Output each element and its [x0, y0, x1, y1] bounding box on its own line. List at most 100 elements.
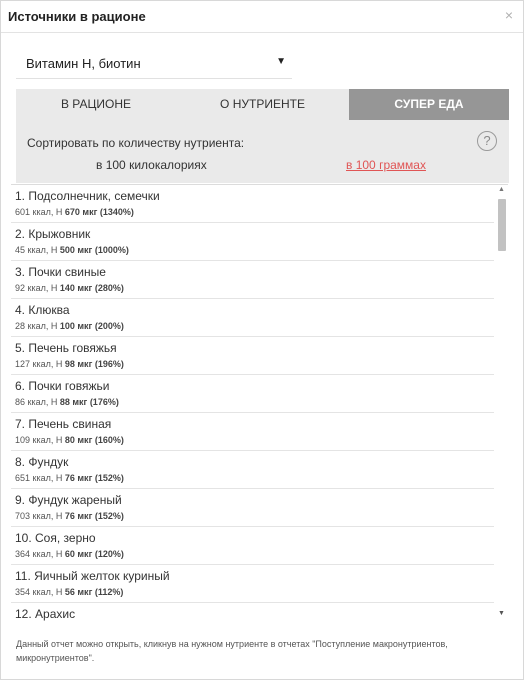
- food-info: 364 ккал, H 60 мкг (120%): [15, 549, 124, 559]
- sort-label: Сортировать по количеству нутриента:: [27, 136, 245, 150]
- food-amount: 670 мкг: [64, 207, 98, 217]
- food-amount: 56 мкг: [64, 587, 93, 597]
- food-percent: (1340%): [99, 207, 134, 217]
- dialog-header: Источники в рационе ×: [1, 1, 523, 33]
- scrollbar[interactable]: ▲ ▼: [496, 185, 508, 622]
- food-info: 601 ккал, H 670 мкг (1340%): [15, 207, 134, 217]
- food-info: 127 ккал, H 98 мкг (196%): [15, 359, 124, 369]
- food-percent: (152%): [94, 473, 124, 483]
- food-list: 1. Подсолнечник, семечки 601 ккал, H 670 …: [11, 184, 508, 622]
- food-name: 1. Подсолнечник, семечки: [15, 189, 160, 203]
- food-nutrient: H: [50, 321, 58, 331]
- close-icon[interactable]: ×: [505, 7, 513, 23]
- list-item[interactable]: 4. Клюква 28 ккал, H 100 мкг (200%): [11, 299, 494, 337]
- scroll-thumb[interactable]: [498, 199, 506, 251]
- food-amount: 140 мкг: [59, 283, 93, 293]
- food-amount: 76 мкг: [64, 473, 93, 483]
- food-nutrient: H: [50, 283, 58, 293]
- food-info: 109 ккал, H 80 мкг (160%): [15, 435, 124, 445]
- list-item[interactable]: 3. Почки свиные 92 ккал, H 140 мкг (280%): [11, 261, 494, 299]
- food-info: 86 ккал, H 88 мкг (176%): [15, 397, 119, 407]
- food-kcal: 28 ккал: [15, 321, 46, 331]
- food-percent: (176%): [89, 397, 119, 407]
- dialog-title: Источники в рационе: [8, 9, 146, 24]
- food-name: 5. Печень говяжья: [15, 341, 117, 355]
- nutrient-select[interactable]: Витамин H, биотин ▼: [16, 47, 292, 79]
- food-amount: 500 мкг: [59, 245, 93, 255]
- help-icon[interactable]: ?: [477, 131, 497, 151]
- tab-about-nutrient[interactable]: О НУТРИЕНТЕ: [176, 89, 349, 120]
- food-amount: 76 мкг: [64, 511, 93, 521]
- food-name: 12. Арахис: [15, 607, 76, 621]
- list-item[interactable]: 12. Арахис: [11, 603, 494, 622]
- food-info: 354 ккал, H 56 мкг (112%): [15, 587, 124, 597]
- food-info: 703 ккал, H 76 мкг (152%): [15, 511, 124, 521]
- food-info: 28 ккал, H 100 мкг (200%): [15, 321, 124, 331]
- food-name: 9. Фундук жареный: [15, 493, 122, 507]
- food-percent: (160%): [94, 435, 124, 445]
- food-name: 7. Печень свиная: [15, 417, 112, 431]
- footer-note: Данный отчет можно открыть, кликнув на н…: [16, 639, 448, 663]
- food-name: 4. Клюква: [15, 303, 70, 317]
- sort-option-grams[interactable]: в 100 граммах: [346, 158, 426, 172]
- list-item[interactable]: 5. Печень говяжья 127 ккал, H 98 мкг (196…: [11, 337, 494, 375]
- food-percent: (200%): [94, 321, 124, 331]
- food-kcal: 127 ккал: [15, 359, 51, 369]
- list-item[interactable]: 6. Почки говяжьи 86 ккал, H 88 мкг (176%): [11, 375, 494, 413]
- food-info: 651 ккал, H 76 мкг (152%): [15, 473, 124, 483]
- food-nutrient: H: [55, 511, 63, 521]
- food-amount: 98 мкг: [64, 359, 93, 369]
- sort-option-kcal[interactable]: в 100 килокалориях: [96, 158, 207, 172]
- food-amount: 80 мкг: [64, 435, 93, 445]
- food-nutrient: H: [50, 245, 58, 255]
- food-percent: (152%): [94, 511, 124, 521]
- food-info: 45 ккал, H 500 мкг (1000%): [15, 245, 129, 255]
- food-nutrient: H: [55, 207, 63, 217]
- food-name: 11. Яичный желток куриный: [15, 569, 170, 583]
- food-nutrient: H: [55, 435, 63, 445]
- food-kcal: 354 ккал: [15, 587, 51, 597]
- list-item[interactable]: 8. Фундук 651 ккал, H 76 мкг (152%): [11, 451, 494, 489]
- food-amount: 100 мкг: [59, 321, 93, 331]
- food-amount: 88 мкг: [59, 397, 88, 407]
- list-item[interactable]: 2. Крыжовник 45 ккал, H 500 мкг (1000%): [11, 223, 494, 261]
- food-percent: (112%): [94, 587, 124, 597]
- tab-in-diet[interactable]: В РАЦИОНЕ: [16, 89, 176, 120]
- food-kcal: 86 ккал: [15, 397, 46, 407]
- scroll-up-icon[interactable]: ▲: [498, 186, 505, 193]
- list-item[interactable]: 10. Соя, зерно 364 ккал, H 60 мкг (120%): [11, 527, 494, 565]
- food-name: 2. Крыжовник: [15, 227, 91, 241]
- list-item[interactable]: 7. Печень свиная 109 ккал, H 80 мкг (160%…: [11, 413, 494, 451]
- food-kcal: 45 ккал: [15, 245, 46, 255]
- sources-dialog: Источники в рационе × Витамин H, биотин …: [0, 0, 524, 680]
- tabs-bar: В РАЦИОНЕ О НУТРИЕНТЕ СУПЕР ЕДА: [16, 89, 509, 120]
- food-percent: (120%): [94, 549, 124, 559]
- food-name: 6. Почки говяжьи: [15, 379, 110, 393]
- food-name: 3. Почки свиные: [15, 265, 106, 279]
- chevron-down-icon: ▼: [276, 56, 286, 67]
- food-kcal: 703 ккал: [15, 511, 51, 521]
- tab-super-food[interactable]: СУПЕР ЕДА: [349, 89, 509, 120]
- food-info: 92 ккал, H 140 мкг (280%): [15, 283, 124, 293]
- list-item[interactable]: 9. Фундук жареный 703 ккал, H 76 мкг (152…: [11, 489, 494, 527]
- food-nutrient: H: [55, 359, 63, 369]
- food-kcal: 364 ккал: [15, 549, 51, 559]
- food-percent: (196%): [94, 359, 124, 369]
- scroll-down-icon[interactable]: ▼: [498, 610, 505, 617]
- food-amount: 60 мкг: [64, 549, 93, 559]
- food-kcal: 601 ккал: [15, 207, 51, 217]
- list-item[interactable]: 1. Подсолнечник, семечки 601 ккал, H 670 …: [11, 185, 494, 223]
- food-percent: (1000%): [94, 245, 129, 255]
- food-name: 8. Фундук: [15, 455, 69, 469]
- food-nutrient: H: [55, 587, 63, 597]
- food-nutrient: H: [55, 549, 63, 559]
- list-item[interactable]: 11. Яичный желток куриный 354 ккал, H 56 …: [11, 565, 494, 603]
- nutrient-select-value: Витамин H, биотин: [26, 56, 141, 71]
- food-nutrient: H: [50, 397, 58, 407]
- food-percent: (280%): [94, 283, 124, 293]
- sort-panel: Сортировать по количеству нутриента: в 1…: [16, 120, 509, 183]
- food-kcal: 651 ккал: [15, 473, 51, 483]
- food-kcal: 109 ккал: [15, 435, 51, 445]
- food-name: 10. Соя, зерно: [15, 531, 96, 545]
- food-nutrient: H: [55, 473, 63, 483]
